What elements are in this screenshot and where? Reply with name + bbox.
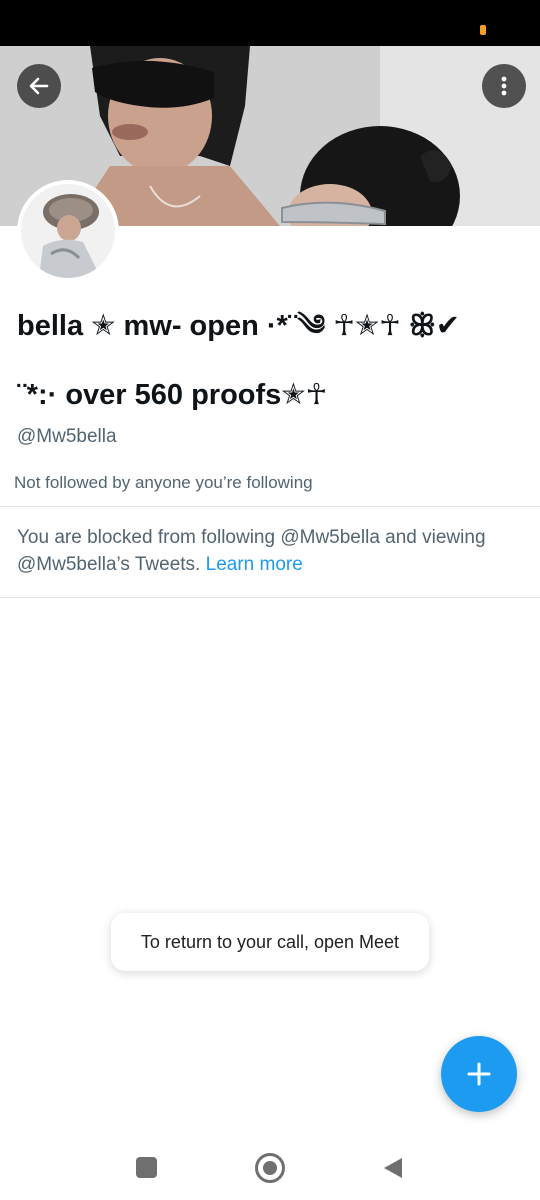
learn-more-link[interactable]: Learn more — [206, 554, 303, 575]
divider — [0, 597, 540, 598]
blocked-message: You are blocked from following @Mw5bella… — [17, 524, 527, 578]
followed-by-text: Not followed by anyone you’re following — [14, 473, 313, 492]
compose-tweet-button[interactable] — [441, 1036, 517, 1112]
square-icon[interactable] — [136, 1157, 157, 1178]
circle-home-icon[interactable] — [255, 1153, 285, 1183]
plus-icon — [467, 1062, 491, 1086]
more-vertical-icon — [501, 76, 507, 96]
status-bar — [0, 0, 540, 46]
display-name-line-1: bella ✭ mw- open ·*¨༄ ☥✭☥ ꕥ✔ — [17, 310, 461, 342]
system-nav-bar — [0, 1136, 540, 1200]
display-name-line-2: ¨*:· over 560 proofs✭☥ — [17, 379, 328, 411]
avatar[interactable] — [17, 180, 119, 282]
profile-handle: @Mw5bella — [17, 426, 117, 447]
toast-text: To return to your call, open Meet — [140, 931, 400, 952]
back-button[interactable] — [17, 64, 61, 108]
more-options-button[interactable] — [482, 64, 526, 108]
triangle-back-icon[interactable] — [382, 1156, 404, 1180]
status-indicator-icon — [480, 25, 486, 35]
divider — [0, 506, 540, 507]
avatar-photo — [21, 184, 115, 278]
arrow-left-icon — [29, 77, 49, 95]
call-return-toast[interactable]: To return to your call, open Meet — [111, 913, 429, 971]
